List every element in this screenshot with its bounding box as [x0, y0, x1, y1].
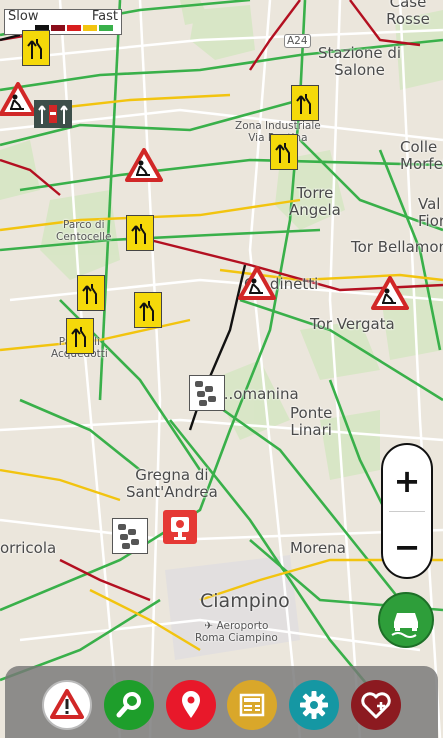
legend-swatch-green	[99, 25, 113, 31]
place-label-torre-angela: Torre Angela	[289, 184, 341, 219]
search-button[interactable]	[104, 680, 154, 730]
lane-merge-sign-icon[interactable]	[134, 292, 162, 328]
traffic-layer-button[interactable]	[378, 592, 434, 648]
warning-triangle-icon	[50, 689, 84, 719]
place-label-case-rosse: Case Rosse	[378, 0, 438, 28]
place-label-colle: ColleMorfeta	[400, 138, 443, 173]
place-label-val-fior: Val Fior	[418, 195, 443, 230]
roadwork-warning-icon[interactable]	[238, 266, 276, 300]
place-label-gregna: Gregna di Sant'Andrea	[126, 466, 218, 501]
settings-button[interactable]	[289, 680, 339, 730]
skidding-car-icon	[391, 613, 418, 638]
place-label-ponte-linari: Ponte Linari	[290, 404, 333, 439]
news-icon	[239, 693, 265, 717]
roadwork-warning-icon[interactable]	[125, 148, 163, 182]
heart-plus-icon	[361, 692, 391, 719]
zoom-control: + −	[381, 443, 433, 579]
place-label-stazione-di-salone: Stazione di Salone	[318, 44, 402, 79]
zoom-out-button[interactable]: −	[383, 517, 431, 577]
legend-fast-label: Fast	[91, 9, 118, 24]
place-label-romanina: ...omanina	[219, 385, 299, 403]
lane-merge-sign-icon[interactable]	[270, 134, 298, 170]
place-label-case-rosse-line2: Rosse	[386, 10, 430, 28]
place-label-tor-vergata: Tor Vergata	[310, 315, 395, 333]
news-button[interactable]	[227, 680, 277, 730]
place-label-ciampino: Ciampino	[200, 590, 290, 612]
place-label-morricola: orricola	[0, 539, 57, 557]
roadwork-warning-icon[interactable]	[371, 276, 409, 310]
places-button[interactable]	[166, 680, 216, 730]
favorites-button[interactable]	[351, 680, 401, 730]
legend-slow-label: Slow	[8, 9, 39, 24]
lane-merge-sign-icon[interactable]	[126, 215, 154, 251]
place-label-morena: Morena	[290, 539, 346, 557]
legend-swatch-red	[67, 25, 81, 31]
road-shield-a24: A24	[284, 34, 311, 48]
search-icon	[116, 692, 141, 718]
place-label-tor-bellamonaca: Tor Bellamon	[351, 238, 443, 256]
legend-swatch-yellow	[83, 25, 97, 31]
traffic-jam-icon[interactable]	[112, 518, 148, 554]
lane-merge-sign-icon[interactable]	[291, 85, 319, 121]
lane-merge-sign-icon[interactable]	[22, 30, 50, 66]
place-label-parco-centocelle: Parco di Centocelle	[56, 219, 112, 243]
lane-merge-sign-icon[interactable]	[66, 318, 94, 354]
map-pin-icon	[182, 691, 200, 718]
alerts-button[interactable]	[42, 680, 92, 730]
legend-swatch-darkred	[51, 25, 65, 31]
place-label-aeroporto: ✈ Aeroporto Roma Ciampino	[195, 620, 278, 644]
lane-merge-sign-icon[interactable]	[77, 275, 105, 311]
roadwork-warning-icon[interactable]	[0, 82, 37, 116]
gear-icon	[300, 691, 328, 719]
speed-camera-icon[interactable]	[163, 510, 197, 544]
traffic-jam-icon[interactable]	[189, 375, 225, 411]
zoom-divider	[389, 511, 425, 512]
zoom-in-button[interactable]: +	[383, 451, 431, 511]
lane-closure-icon[interactable]	[34, 100, 72, 128]
bottom-toolbar	[5, 666, 438, 738]
